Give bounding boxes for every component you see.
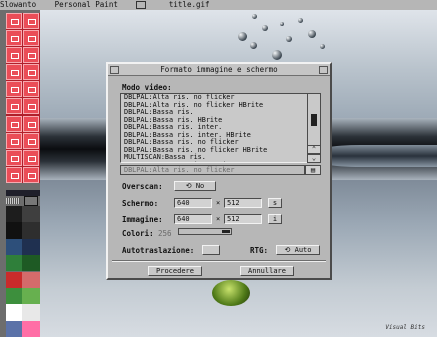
tool-button[interactable]: [6, 98, 22, 115]
tool-button[interactable]: [6, 149, 22, 166]
palette-swatch[interactable]: [6, 206, 22, 223]
tool-button[interactable]: [6, 47, 22, 64]
rtg-label: RTG:: [250, 246, 269, 255]
tool-button[interactable]: [6, 166, 22, 183]
pattern-indicator[interactable]: [6, 198, 20, 204]
green-sphere: [212, 280, 250, 306]
tool-button[interactable]: [23, 81, 39, 98]
proceed-button[interactable]: Procedere: [148, 266, 202, 276]
rtg-cycle-button[interactable]: ⟲ Auto: [276, 245, 320, 255]
water-drop: [252, 14, 257, 19]
overscan-label: Overscan:: [122, 182, 163, 191]
water-drop: [320, 44, 325, 49]
scroll-up-button[interactable]: ⌃: [307, 145, 321, 154]
app-name: Slowanto: [0, 0, 37, 9]
palette-swatch[interactable]: [6, 287, 22, 305]
overscan-cycle-button[interactable]: ⟲ No: [174, 181, 216, 191]
slider-knob[interactable]: [222, 230, 230, 233]
palette-swatch[interactable]: [22, 255, 40, 272]
water-drop: [250, 42, 257, 49]
tool-button[interactable]: [23, 115, 39, 132]
current-color-box[interactable]: [24, 196, 38, 206]
mode-lock-button[interactable]: ▤: [305, 165, 321, 175]
palette-swatch[interactable]: [22, 304, 40, 321]
toolbox: [0, 10, 40, 337]
window-depth-icon[interactable]: [136, 1, 147, 9]
tool-button[interactable]: [6, 30, 22, 47]
dialog-separator: [112, 260, 326, 262]
tool-button[interactable]: [23, 64, 39, 81]
color-palette: [6, 206, 40, 337]
palette-swatch[interactable]: [22, 320, 40, 337]
tool-button[interactable]: [23, 166, 39, 183]
screen-height-field[interactable]: 512: [224, 198, 262, 208]
scroll-thumb[interactable]: [311, 114, 317, 126]
tool-grid: [6, 13, 40, 183]
palette-swatch[interactable]: [6, 222, 22, 239]
format-dialog: Formato immagine e schermo Modo video: D…: [106, 62, 332, 280]
colors-label: Colori:: [122, 229, 154, 238]
cycle-icon: ⟲: [185, 182, 196, 190]
tool-button[interactable]: [6, 13, 22, 29]
autoscroll-checkbox[interactable]: [202, 245, 220, 255]
scroll-down-button[interactable]: ⌄: [307, 154, 321, 163]
dialog-title[interactable]: Formato immagine e schermo: [108, 64, 330, 76]
selected-mode-field[interactable]: DBLPAL:Alta ris. no flicker: [120, 165, 305, 175]
palette-swatch[interactable]: [6, 320, 22, 337]
times-symbol: ×: [216, 199, 221, 207]
palette-swatch[interactable]: [22, 222, 40, 239]
cycle-icon: ⟲: [284, 246, 295, 254]
water-drop: [238, 32, 247, 41]
palette-swatch[interactable]: [22, 238, 40, 256]
tool-button[interactable]: [23, 47, 39, 64]
water-drop: [286, 36, 292, 42]
palette-swatch[interactable]: [22, 271, 40, 288]
palette-swatch[interactable]: [22, 206, 40, 223]
water-drop: [272, 50, 282, 60]
program-name: Personal Paint: [54, 0, 118, 9]
tool-button[interactable]: [6, 81, 22, 98]
palette-swatch[interactable]: [22, 287, 40, 305]
image-set-button[interactable]: i: [268, 214, 282, 224]
colors-slider[interactable]: [178, 228, 232, 235]
tool-button[interactable]: [23, 30, 39, 47]
tool-button[interactable]: [23, 149, 39, 166]
palette-swatch[interactable]: [6, 304, 22, 321]
tool-button[interactable]: [23, 98, 39, 115]
water-drop: [298, 18, 303, 23]
colors-value: 256: [158, 229, 172, 238]
file-name: title.gif: [168, 0, 210, 9]
times-symbol: ×: [216, 215, 221, 223]
water-drop: [280, 22, 284, 26]
tool-button[interactable]: [6, 64, 22, 81]
palette-swatch[interactable]: [6, 271, 22, 288]
video-mode-label: Modo video:: [122, 83, 172, 92]
tool-button[interactable]: [6, 115, 22, 132]
screen-label: Schermo:: [122, 199, 159, 208]
screen-width-field[interactable]: 640: [174, 198, 212, 208]
artist-signature: Visual Bits: [385, 324, 425, 331]
screen-set-button[interactable]: s: [268, 198, 282, 208]
palette-swatch[interactable]: [6, 238, 22, 256]
video-mode-list[interactable]: DBLPAL:Alta ris. no flicker DBLPAL:Alta r…: [120, 93, 317, 163]
tool-button[interactable]: [6, 132, 22, 149]
water-drop: [308, 30, 316, 38]
palette-swatch[interactable]: [6, 255, 22, 272]
cancel-button[interactable]: Annullare: [240, 266, 294, 276]
image-height-field[interactable]: 512: [224, 214, 262, 224]
tool-button[interactable]: [23, 132, 39, 149]
image-width-field[interactable]: 640: [174, 214, 212, 224]
image-label: Immagine:: [122, 215, 163, 224]
autoscroll-label: Autotraslazione:: [122, 246, 195, 255]
rtg-value: Auto: [294, 246, 312, 254]
video-mode-item[interactable]: MULTISCAN:Bassa ris. HBrite: [121, 161, 316, 162]
overscan-value: No: [195, 182, 205, 190]
tool-button[interactable]: [23, 13, 39, 29]
water-drop: [262, 25, 268, 31]
